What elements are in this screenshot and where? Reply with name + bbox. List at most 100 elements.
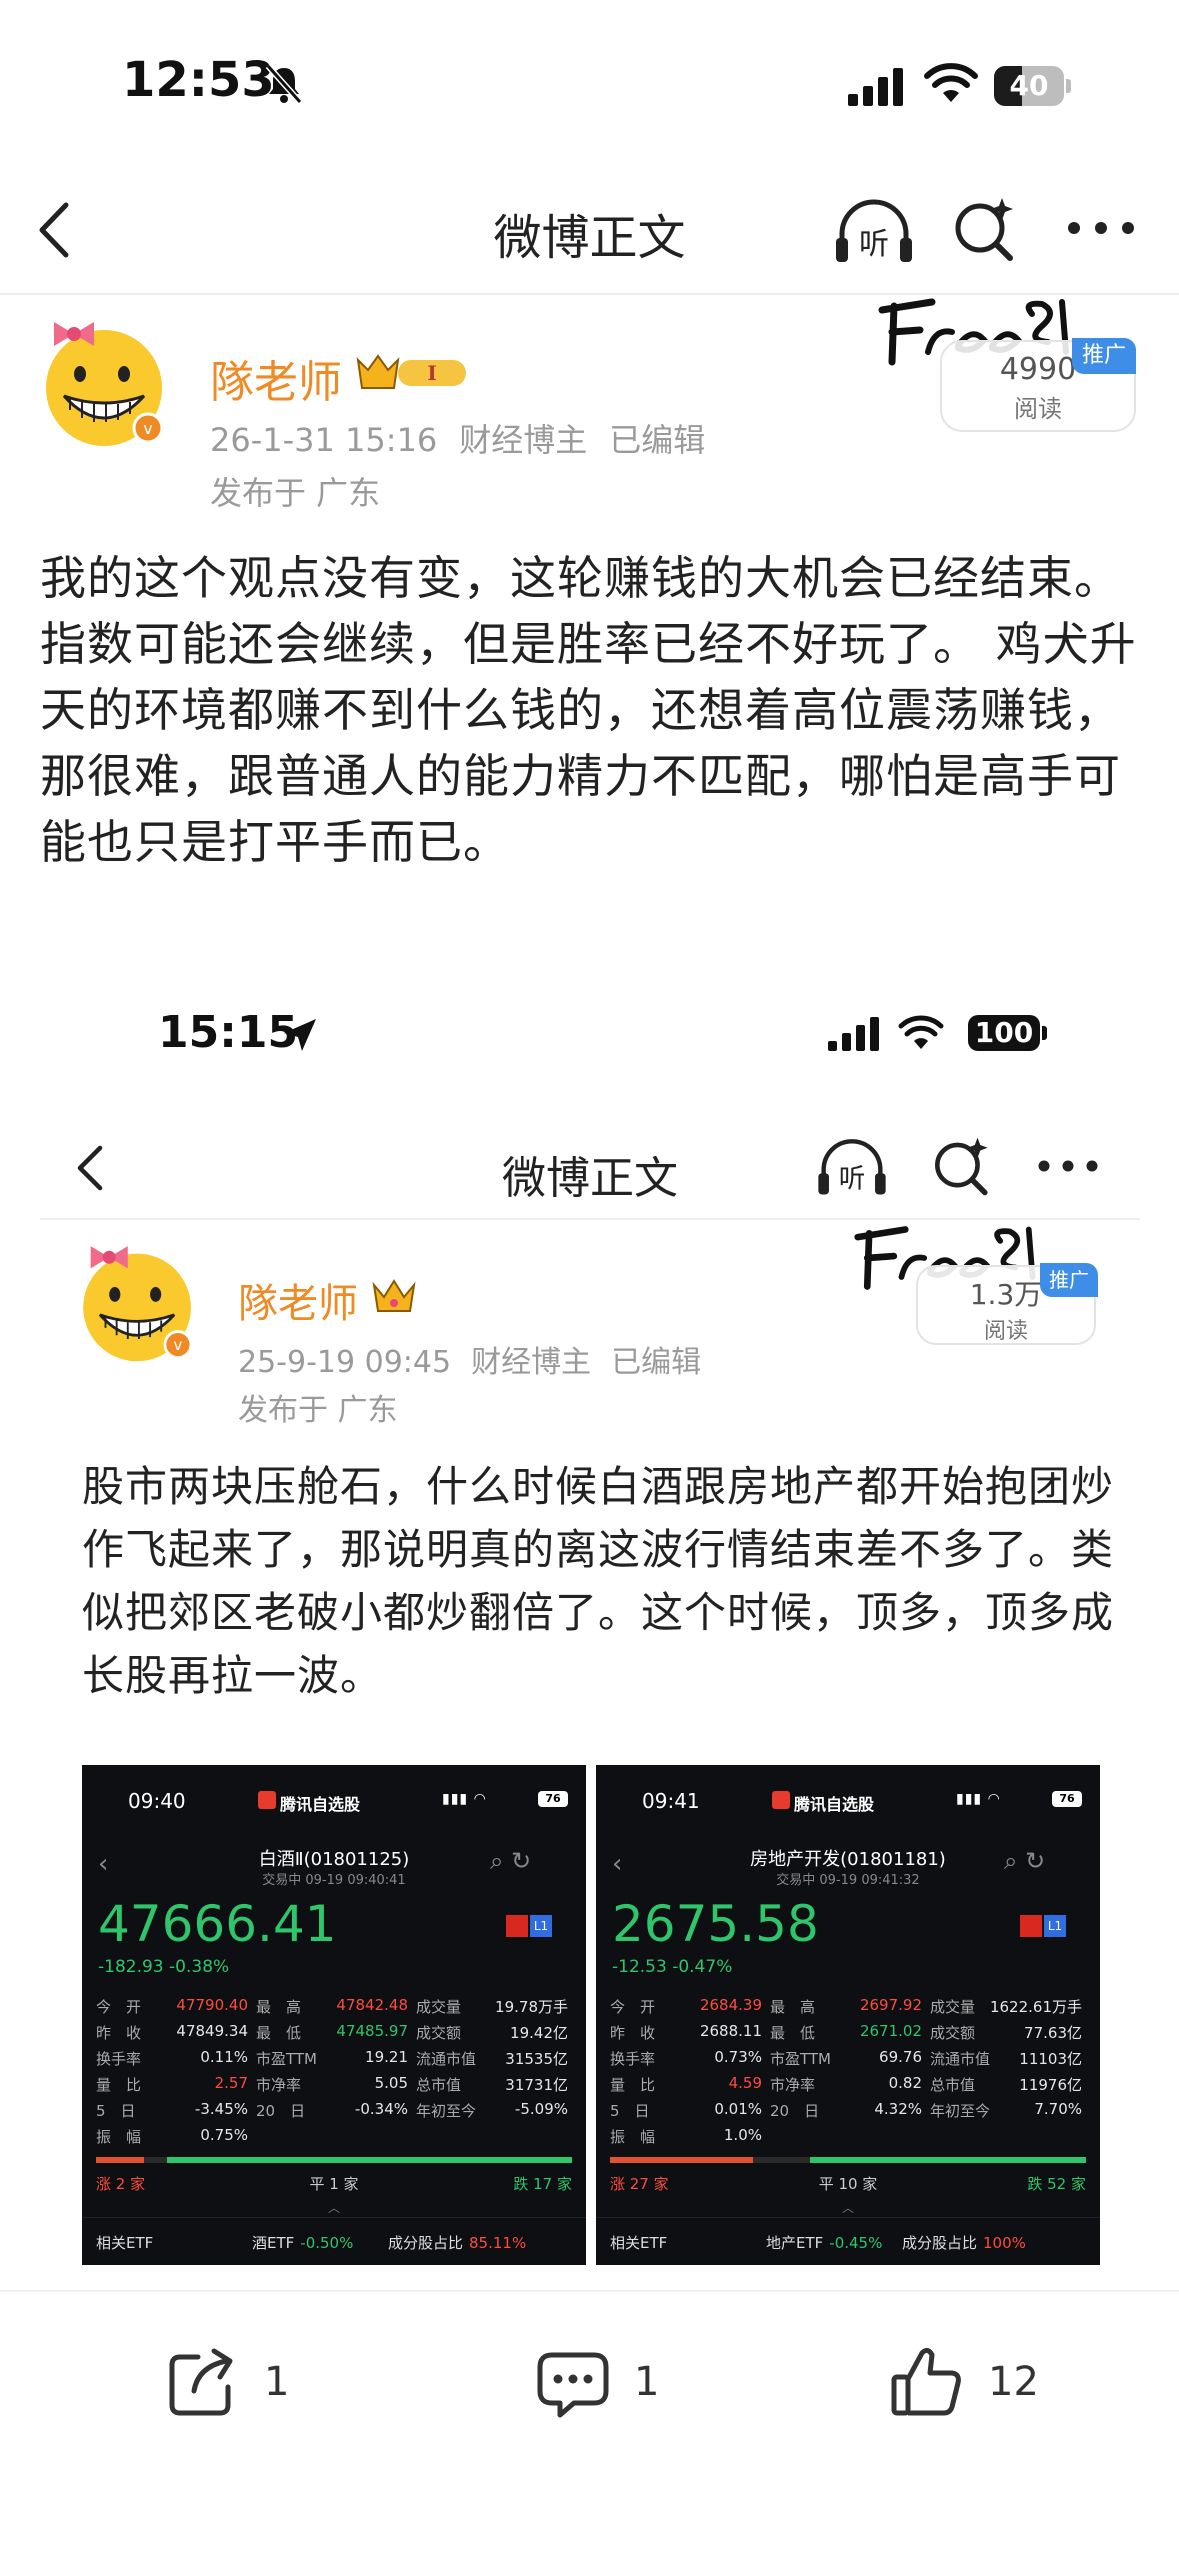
- metric-cell: 市盈TTM 19.21: [256, 2048, 416, 2069]
- stock-price: 47666.41: [98, 1895, 337, 1953]
- metric-value: 77.63亿: [1024, 2023, 1082, 2042]
- stock-card-baijiu[interactable]: 09:40 腾讯自选股 ▮▮▮ ◠ 76 ‹ 白酒Ⅱ(01801125) 交易中…: [82, 1765, 586, 2265]
- share-button[interactable]: 1: [164, 2342, 289, 2422]
- stock-change: -12.53 -0.47%: [612, 1957, 733, 1977]
- metric-label: 量 比: [96, 2075, 142, 2094]
- svg-text:听: 听: [839, 1163, 866, 1194]
- metric-value: 47849.34: [176, 2021, 248, 2040]
- comment-icon: [537, 2352, 609, 2418]
- metric-label: 最 高: [770, 1997, 816, 2016]
- share-label: 成分股占比: [902, 2234, 978, 2252]
- metric-value: 2.57: [214, 2073, 248, 2092]
- metric-label: 年初至今: [930, 2101, 991, 2120]
- metric-value: 47842.48: [336, 1995, 408, 2014]
- metrics-row: 昨 收 2688.11 最 低 2671.02 成交额 77.63亿: [610, 2019, 1090, 2045]
- vip-crown-icon: I: [356, 354, 466, 389]
- metric-cell: 年初至今 7.70%: [930, 2100, 1090, 2121]
- promo-tag[interactable]: 推广: [1072, 338, 1136, 374]
- stock-status-icons: ▮▮▮ ◠: [956, 1791, 1001, 1807]
- headphones-listen-icon[interactable]: 听: [832, 196, 916, 266]
- metric-label: 20 日: [770, 2101, 820, 2120]
- location-arrow-icon: [284, 1019, 316, 1051]
- metrics-row: 5 日 0.01% 20 日 4.32% 年初至今 7.70%: [610, 2097, 1090, 2123]
- metric-value: 0.73%: [714, 2047, 762, 2066]
- metric-label: 振 幅: [610, 2127, 656, 2146]
- like-button[interactable]: 12: [888, 2342, 1039, 2422]
- metric-value: 31731亿: [505, 2075, 568, 2094]
- metric-label: 市盈TTM: [256, 2049, 318, 2068]
- status-bar: 12:53 40: [0, 0, 1179, 170]
- search-refresh-icons: ⌕ ↻: [1004, 1847, 1046, 1875]
- stock-app-name: 腾讯自选股: [794, 1795, 875, 1814]
- metric-value: 11103亿: [1019, 2049, 1082, 2068]
- metric-cell: 最 高 47842.48: [256, 1996, 416, 2017]
- avatar[interactable]: v: [40, 310, 170, 450]
- metric-label: 成交量: [416, 1997, 462, 2016]
- metric-value: 1622.61万手: [989, 1997, 1082, 2016]
- metric-label: 今 开: [610, 1997, 656, 2016]
- market-flags: L1: [1020, 1915, 1066, 1937]
- metric-label: 总市值: [416, 2075, 462, 2094]
- embedded-post-body: 股市两块压舱石，什么时候白酒跟房地产都开始抱团炒作飞起来了，那说明真的离这波行情…: [82, 1462, 1115, 1700]
- search-sparkle-icon[interactable]: [950, 194, 1020, 264]
- metric-cell: 20 日 4.32%: [770, 2100, 930, 2121]
- embedded-promo-tag: 推广: [1040, 1263, 1098, 1297]
- stock-metrics-grid: 今 开 2684.39 最 高 2697.92 成交量 1622.61万手昨 收 2688.…: [610, 1993, 1090, 2149]
- metric-value: 31535亿: [505, 2049, 568, 2068]
- app-logo-icon: [772, 1791, 790, 1809]
- embedded-battery: 100: [968, 1015, 1040, 1051]
- etf-footer: 相关ETF 地产ETF -0.45% 成分股占比 100%: [596, 2217, 1100, 2265]
- metric-cell: 换手率 0.73%: [610, 2048, 770, 2069]
- metric-cell: 今 开 47790.40: [96, 1996, 256, 2017]
- metric-value: 4.32%: [874, 2099, 922, 2118]
- metrics-row: 振 幅 1.0%: [610, 2123, 1090, 2149]
- embedded-screenshot[interactable]: 15:15 100 微博正文 听 v 隊老师 25-9-19 09:45 财经博…: [40, 975, 1140, 2280]
- metric-cell: 今 开 2684.39: [610, 1996, 770, 2017]
- embedded-post-category: 财经博主: [471, 1345, 592, 1380]
- metrics-row: 量 比 2.57 市净率 5.05 总市值 31731亿: [96, 2071, 576, 2097]
- comment-button[interactable]: 1: [534, 2342, 659, 2422]
- status-time: 12:53: [122, 52, 275, 108]
- embedded-read-label: 阅读: [983, 1319, 1028, 1344]
- metric-label: 成交额: [930, 2023, 976, 2042]
- bell-slash-icon: [265, 64, 303, 104]
- post-category: 财经博主: [459, 421, 588, 459]
- metric-label: 换手率: [96, 2049, 142, 2068]
- metric-label: 昨 收: [610, 2023, 656, 2042]
- search-sparkle-icon: [935, 1137, 988, 1196]
- metrics-row: 换手率 0.73% 市盈TTM 69.76 流通市值 11103亿: [610, 2045, 1090, 2071]
- metric-label: 最 高: [256, 1997, 302, 2016]
- stock-price: 2675.58: [612, 1895, 819, 1953]
- metric-cell: 振 幅 1.0%: [610, 2126, 770, 2147]
- svg-text:v: v: [174, 1336, 183, 1354]
- china-flag-icon: [506, 1915, 528, 1937]
- embedded-nav-bar: 微博正文 听: [40, 1110, 1140, 1220]
- metric-value: 4.59: [728, 2073, 762, 2092]
- metric-label: 20 日: [256, 2101, 306, 2120]
- china-flag-icon: [1020, 1915, 1042, 1937]
- etf-change: -0.45%: [829, 2234, 883, 2252]
- action-bar: 1 1 12: [0, 2290, 1179, 2460]
- metric-label: 5 日: [96, 2101, 136, 2120]
- more-dots-icon[interactable]: [1066, 218, 1136, 238]
- metric-cell: 成交额 19.42亿: [416, 2022, 576, 2043]
- etf-label: 相关ETF: [96, 2234, 154, 2252]
- etf-name: 地产ETF: [766, 2234, 824, 2252]
- metric-label: 量 比: [610, 2075, 656, 2094]
- svg-text:I: I: [427, 361, 436, 385]
- metric-cell: 5 日 0.01%: [610, 2100, 770, 2121]
- metric-value: 2697.92: [859, 1995, 922, 2014]
- search-refresh-icons: ⌕ ↻: [490, 1847, 532, 1875]
- metric-cell: 流通市值 31535亿: [416, 2048, 576, 2069]
- share-value: 85.11%: [469, 2234, 527, 2252]
- metric-cell: 量 比 4.59: [610, 2074, 770, 2095]
- metric-label: 流通市值: [416, 2049, 477, 2068]
- avatar: v: [83, 1246, 193, 1362]
- metric-cell: 流通市值 11103亿: [930, 2048, 1090, 2069]
- metrics-row: 量 比 4.59 市净率 0.82 总市值 11976亿: [610, 2071, 1090, 2097]
- author-name[interactable]: 隊老师: [210, 346, 342, 410]
- stock-card-real-estate[interactable]: 09:41 腾讯自选股 ▮▮▮ ◠ 76 ‹ 房地产开发(01801181) 交…: [596, 1765, 1100, 2265]
- crown-icon: [372, 1279, 416, 1312]
- breadth-bar: [96, 2157, 572, 2163]
- battery-indicator: 40: [994, 66, 1071, 106]
